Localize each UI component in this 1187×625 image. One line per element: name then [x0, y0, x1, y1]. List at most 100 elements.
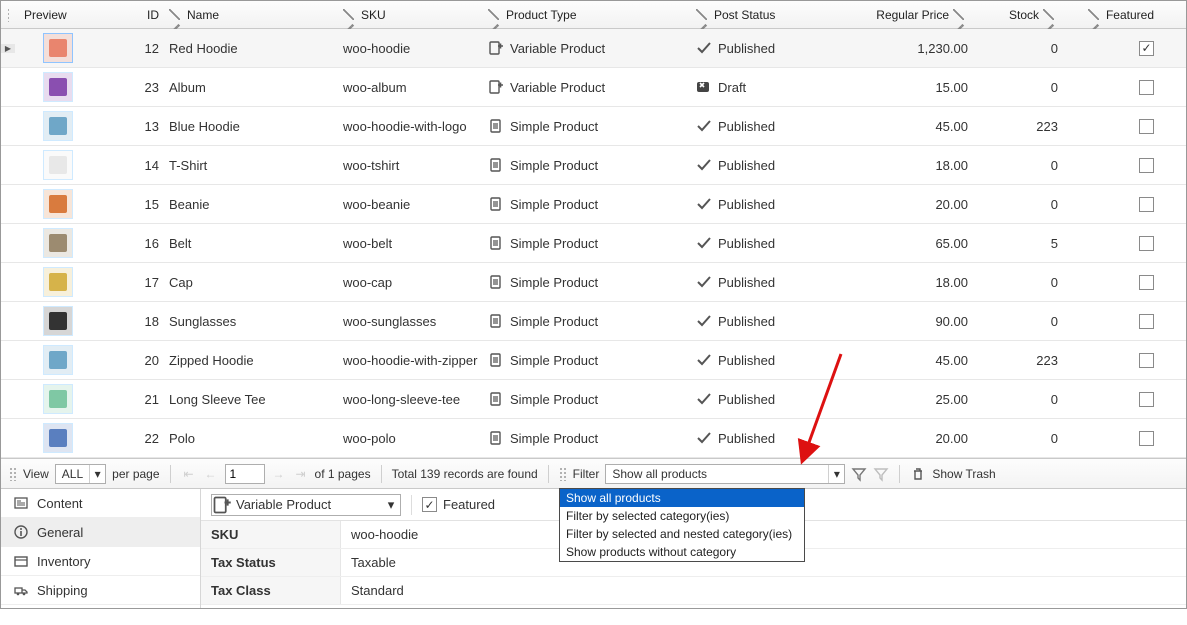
featured-checkbox[interactable] — [1139, 431, 1154, 446]
featured-checkbox[interactable] — [1139, 392, 1154, 407]
cell-featured[interactable] — [1068, 314, 1172, 329]
cell-price[interactable]: 20.00 — [850, 431, 978, 446]
cell-preview[interactable] — [15, 33, 119, 63]
cell-stock[interactable]: 0 — [978, 392, 1068, 407]
cell-sku[interactable]: woo-long-sleeve-tee — [337, 392, 482, 407]
table-row[interactable]: 13 Blue Hoodie woo-hoodie-with-logo Simp… — [1, 107, 1186, 146]
thumbnail[interactable] — [43, 72, 73, 102]
cell-stock[interactable]: 223 — [978, 119, 1068, 134]
col-featured[interactable]: Featured — [1068, 1, 1172, 29]
col-sku[interactable]: SKU — [337, 1, 482, 29]
table-row[interactable]: 22 Polo woo-polo Simple Product Publishe… — [1, 419, 1186, 458]
cell-status[interactable]: Published — [690, 196, 850, 212]
cell-name[interactable]: T-Shirt — [163, 158, 337, 173]
tab-inventory[interactable]: Inventory — [1, 547, 200, 576]
cell-name[interactable]: Red Hoodie — [163, 41, 337, 56]
featured-checkbox[interactable] — [1139, 41, 1154, 56]
thumbnail[interactable] — [43, 306, 73, 336]
cell-stock[interactable]: 0 — [978, 431, 1068, 446]
cell-name[interactable]: Long Sleeve Tee — [163, 392, 337, 407]
cell-sku[interactable]: woo-beanie — [337, 197, 482, 212]
cell-stock[interactable]: 0 — [978, 275, 1068, 290]
cell-featured[interactable] — [1068, 353, 1172, 368]
cell-stock[interactable]: 5 — [978, 236, 1068, 251]
thumbnail[interactable] — [43, 228, 73, 258]
col-status[interactable]: Post Status — [690, 1, 850, 29]
filter-option[interactable]: Show products without category — [560, 543, 804, 561]
cell-price[interactable]: 20.00 — [850, 197, 978, 212]
table-row[interactable]: 12 Red Hoodie woo-hoodie Variable Produc… — [1, 29, 1186, 68]
featured-checkbox[interactable] — [1139, 80, 1154, 95]
table-row[interactable]: 20 Zipped Hoodie woo-hoodie-with-zipper … — [1, 341, 1186, 380]
prev-page-button[interactable]: ← — [203, 466, 219, 482]
cell-name[interactable]: Cap — [163, 275, 337, 290]
filter-option[interactable]: Filter by selected and nested category(i… — [560, 525, 804, 543]
cell-id[interactable]: 13 — [119, 119, 163, 134]
cell-id[interactable]: 15 — [119, 197, 163, 212]
product-type-dropdown[interactable]: Variable Product ▾ — [211, 494, 401, 516]
cell-product-type[interactable]: Variable Product — [482, 40, 690, 56]
cell-status[interactable]: Published — [690, 313, 850, 329]
cell-stock[interactable]: 0 — [978, 158, 1068, 173]
table-row[interactable]: 15 Beanie woo-beanie Simple Product Publ… — [1, 185, 1186, 224]
trash-icon[interactable] — [910, 466, 926, 482]
thumbnail[interactable] — [43, 267, 73, 297]
cell-preview[interactable] — [15, 189, 119, 219]
cell-status[interactable]: Published — [690, 274, 850, 290]
cell-featured[interactable] — [1068, 41, 1172, 56]
show-trash-label[interactable]: Show Trash — [932, 467, 995, 481]
page-input[interactable] — [225, 464, 265, 484]
cell-price[interactable]: 90.00 — [850, 314, 978, 329]
table-row[interactable]: 18 Sunglasses woo-sunglasses Simple Prod… — [1, 302, 1186, 341]
cell-product-type[interactable]: Variable Product — [482, 79, 690, 95]
cell-featured[interactable] — [1068, 80, 1172, 95]
cell-sku[interactable]: woo-hoodie-with-logo — [337, 119, 482, 134]
table-row[interactable]: 16 Belt woo-belt Simple Product Publishe… — [1, 224, 1186, 263]
featured-checkbox-wrap[interactable]: Featured — [422, 497, 495, 512]
cell-id[interactable]: 23 — [119, 80, 163, 95]
col-ptype[interactable]: Product Type — [482, 1, 690, 29]
cell-preview[interactable] — [15, 111, 119, 141]
cell-id[interactable]: 16 — [119, 236, 163, 251]
featured-checkbox[interactable] — [1139, 236, 1154, 251]
cell-preview[interactable] — [15, 345, 119, 375]
cell-id[interactable]: 22 — [119, 431, 163, 446]
cell-price[interactable]: 15.00 — [850, 80, 978, 95]
table-row[interactable]: 23 Album woo-album Variable Product Draf… — [1, 68, 1186, 107]
cell-price[interactable]: 65.00 — [850, 236, 978, 251]
cell-id[interactable]: 20 — [119, 353, 163, 368]
cell-name[interactable]: Polo — [163, 431, 337, 446]
cell-featured[interactable] — [1068, 197, 1172, 212]
table-row[interactable]: 17 Cap woo-cap Simple Product Published … — [1, 263, 1186, 302]
cell-featured[interactable] — [1068, 275, 1172, 290]
cell-status[interactable]: Published — [690, 430, 850, 446]
featured-checkbox[interactable] — [1139, 275, 1154, 290]
featured-checkbox[interactable] — [1139, 353, 1154, 368]
cell-product-type[interactable]: Simple Product — [482, 157, 690, 173]
cell-preview[interactable] — [15, 228, 119, 258]
cell-price[interactable]: 45.00 — [850, 353, 978, 368]
table-row[interactable]: 14 T-Shirt woo-tshirt Simple Product Pub… — [1, 146, 1186, 185]
thumbnail[interactable] — [43, 33, 73, 63]
thumbnail[interactable] — [43, 345, 73, 375]
tab-shipping[interactable]: Shipping — [1, 576, 200, 605]
cell-sku[interactable]: woo-tshirt — [337, 158, 482, 173]
cell-status[interactable]: Published — [690, 352, 850, 368]
thumbnail[interactable] — [43, 423, 73, 453]
thumbnail[interactable] — [43, 384, 73, 414]
cell-stock[interactable]: 0 — [978, 197, 1068, 212]
cell-id[interactable]: 21 — [119, 392, 163, 407]
cell-preview[interactable] — [15, 384, 119, 414]
cell-preview[interactable] — [15, 72, 119, 102]
filter-dropdown[interactable]: Show all products ▾ — [605, 464, 845, 484]
prop-tax-status-value[interactable]: Taxable — [341, 555, 406, 570]
thumbnail[interactable] — [43, 150, 73, 180]
per-page-dropdown[interactable]: ALL ▾ — [55, 464, 106, 484]
featured-checkbox[interactable] — [422, 497, 437, 512]
cell-sku[interactable]: woo-album — [337, 80, 482, 95]
prop-sku-value[interactable]: woo-hoodie — [341, 527, 428, 542]
cell-name[interactable]: Belt — [163, 236, 337, 251]
cell-id[interactable]: 17 — [119, 275, 163, 290]
cell-name[interactable]: Zipped Hoodie — [163, 353, 337, 368]
filter-option[interactable]: Show all products — [560, 489, 804, 507]
